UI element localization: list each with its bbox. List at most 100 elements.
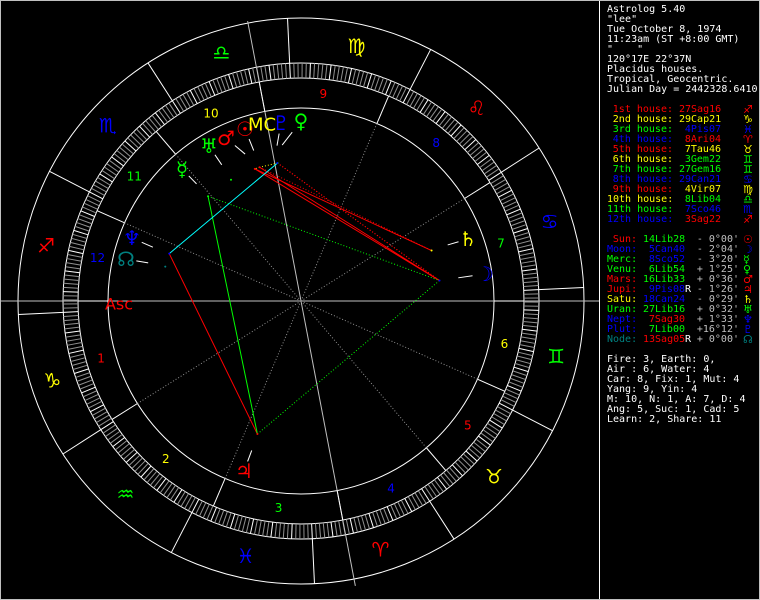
- aspect-line-square: [254, 168, 432, 251]
- degree-tick: [487, 422, 501, 432]
- degree-tick: [438, 113, 449, 127]
- degree-tick: [240, 70, 245, 86]
- planet-glyph-satu-icon: ♄: [459, 227, 477, 251]
- degree-tick-major: [111, 156, 124, 167]
- house-number: 1: [97, 351, 105, 365]
- sign-boundary: [538, 287, 584, 291]
- degree-tick: [313, 63, 316, 79]
- degree-tick: [245, 517, 251, 533]
- degree-tick: [233, 514, 240, 530]
- planet-point: [230, 178, 232, 181]
- degree-tick-major: [228, 74, 234, 89]
- planet-point: [276, 162, 279, 165]
- house-cusp-inner-line: [300, 198, 465, 302]
- degree-tick: [170, 487, 180, 501]
- degree-tick: [220, 76, 227, 92]
- degree-tick: [429, 106, 439, 120]
- degree-tick: [70, 357, 86, 362]
- degree-tick: [115, 440, 128, 451]
- planet-point: [168, 252, 171, 255]
- degree-tick: [345, 519, 350, 535]
- degree-tick: [102, 424, 116, 434]
- degree-tick-major: [140, 465, 152, 478]
- degree-tick: [375, 510, 382, 526]
- degree-tick: [67, 342, 82, 346]
- house-cusp-inner-line: [300, 300, 427, 449]
- degree-tick: [522, 272, 538, 276]
- degree-tick: [266, 521, 270, 537]
- degree-tick: [340, 66, 344, 82]
- degree-tick: [76, 375, 92, 382]
- degree-tick-major: [478, 435, 491, 446]
- degree-tick: [522, 324, 538, 328]
- degree-tick: [414, 492, 424, 506]
- house-cusp-line: [155, 131, 177, 155]
- house-cusp-line: [477, 378, 506, 392]
- degree-tick: [143, 468, 155, 481]
- degree-tick: [69, 245, 85, 251]
- degree-tick: [96, 414, 110, 424]
- planet-point: [256, 433, 259, 436]
- degree-tick: [422, 101, 432, 115]
- degree-tick-major: [64, 270, 80, 274]
- degree-tick: [519, 344, 535, 349]
- planet-point: [258, 166, 261, 169]
- degree-tick: [130, 134, 142, 146]
- house-cusp-line: [464, 182, 491, 199]
- degree-tick-major: [73, 229, 89, 236]
- degree-tick: [334, 521, 338, 537]
- degree-tick: [276, 64, 280, 80]
- degree-tick: [105, 427, 119, 438]
- degree-tick-major: [74, 368, 89, 374]
- degree-tick: [177, 491, 186, 505]
- degree-tick: [63, 315, 79, 317]
- house-label: 12th house:: [607, 214, 674, 225]
- degree-tick: [430, 481, 441, 495]
- house-number: 11: [127, 170, 142, 184]
- house-number: 4: [387, 482, 395, 496]
- degree-tick: [473, 441, 486, 453]
- degree-tick: [225, 512, 232, 528]
- degree-tick: [168, 102, 178, 116]
- degree-tick: [317, 63, 320, 79]
- degree-tick: [370, 74, 377, 90]
- ascendant-label: Asc: [105, 295, 133, 314]
- planet-leader-line: [141, 241, 154, 248]
- degree-tick: [453, 127, 465, 139]
- degree-tick-major: [328, 64, 332, 80]
- degree-tick: [67, 253, 83, 258]
- sign-boundary: [170, 512, 193, 553]
- degree-tick: [101, 170, 115, 180]
- julian-day: Julian Day = 2442328.6410: [607, 84, 758, 95]
- house-cusp-inner-line: [300, 123, 378, 302]
- degree-tick: [69, 353, 85, 358]
- degree-tick: [523, 320, 539, 324]
- degree-tick-major: [330, 521, 334, 537]
- planet-glyph-node-icon: ☊: [117, 247, 135, 271]
- degree-tick-major: [311, 523, 313, 539]
- degree-tick: [66, 338, 82, 342]
- planet-row-node: Node: 13Sag05 R + 0°00' ☊: [607, 334, 759, 345]
- degree-tick: [72, 233, 88, 240]
- house-number: 9: [320, 87, 328, 101]
- degree-tick: [433, 479, 444, 493]
- degree-tick: [258, 520, 262, 536]
- degree-tick: [424, 486, 434, 500]
- degree-tick: [74, 225, 90, 232]
- zodiac-sign-icon: ♊: [547, 344, 565, 368]
- degree-tick-major: [112, 437, 125, 448]
- natal-chart-wheel: ♈♉♊♋♌♍♎♏♐♑♒♓123456789101112☉☽☿♀♂♃♄♅♆♇☊MC…: [1, 17, 599, 586]
- degree-tick: [441, 116, 453, 129]
- house-cusp-inner-line: [175, 153, 302, 302]
- degree-tick: [516, 240, 532, 245]
- degree-tick: [178, 96, 188, 110]
- degree-tick: [286, 523, 289, 539]
- degree-tick: [475, 438, 489, 449]
- planet-glyph-venu-icon: ♀: [294, 109, 309, 133]
- degree-tick: [332, 65, 336, 81]
- degree-tick: [113, 153, 127, 164]
- degree-tick: [522, 276, 538, 280]
- degree-tick: [280, 63, 284, 79]
- degree-tick: [459, 133, 471, 145]
- degree-tick-major: [366, 73, 373, 89]
